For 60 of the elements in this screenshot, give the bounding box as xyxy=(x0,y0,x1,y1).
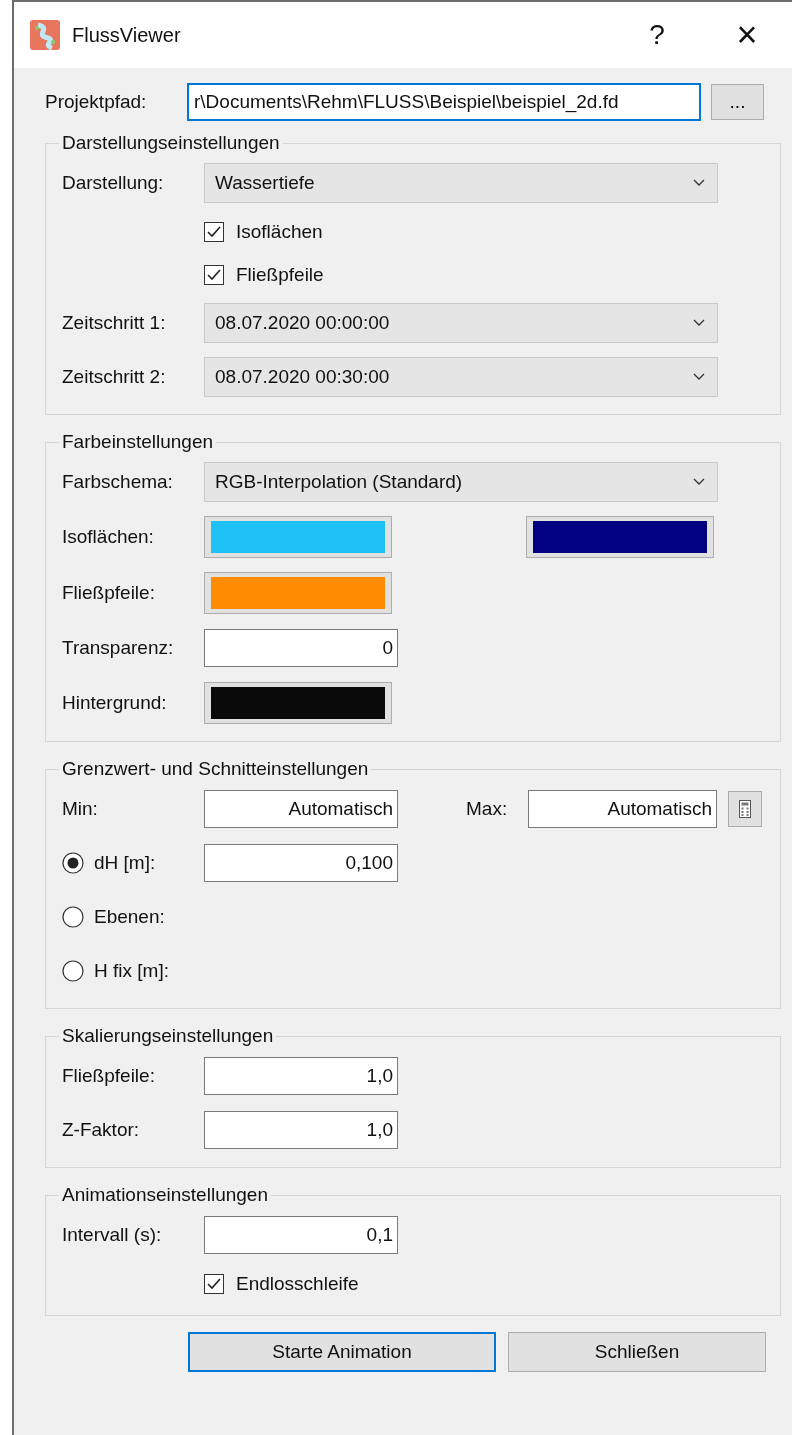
number-field[interactable]: 1,0 xyxy=(204,1057,398,1095)
field-label: Darstellung: xyxy=(62,172,165,194)
radio-button[interactable]: Ebenen: xyxy=(62,906,204,928)
color-button[interactable] xyxy=(526,516,714,558)
field-label: Transparenz: xyxy=(62,637,175,659)
number-field[interactable]: 0,1 xyxy=(204,1216,398,1254)
calculator-button[interactable] xyxy=(728,791,762,827)
field-label: Min: xyxy=(62,798,99,820)
dropdown[interactable]: 08.07.2020 00:30:00 xyxy=(204,357,718,397)
checkbox-icon xyxy=(204,264,224,285)
checkbox-icon xyxy=(204,1273,224,1294)
chevron-icon xyxy=(693,478,705,486)
radio-icon xyxy=(62,906,84,928)
field-label: Farbschema: xyxy=(62,471,174,493)
dropdown[interactable]: 08.07.2020 00:00:00 xyxy=(204,303,718,343)
group-title: Skalierungseinstellungen xyxy=(61,1025,275,1047)
field-label: Zeitschritt 1: xyxy=(62,312,167,334)
group-title: Darstellungseinstellungen xyxy=(61,132,281,154)
radio-button[interactable]: dH [m]: xyxy=(62,852,204,874)
group-title: Grenzwert- und Schnitteinstellungen xyxy=(61,758,370,780)
calculator-icon xyxy=(739,800,751,818)
number-field[interactable]: 0,100 xyxy=(204,844,398,882)
field-label: Projektpfad: xyxy=(45,91,148,113)
river-icon xyxy=(30,20,60,50)
dropdown[interactable]: Wassertiefe xyxy=(204,163,718,203)
group-title: Animationseinstellungen xyxy=(61,1184,269,1206)
field-label: Max: xyxy=(465,798,509,820)
checkbox-icon xyxy=(204,221,224,242)
help-button[interactable]: ? xyxy=(612,5,702,65)
window-title: FlussViewer xyxy=(72,23,182,47)
path-field[interactable]: r\Documents\Rehm\FLUSS\Beispiel\beispiel_2d.fd xyxy=(187,83,701,121)
field-label: Fließpfeile: xyxy=(62,1065,156,1087)
group-title: Farbeinstellungen xyxy=(61,431,215,453)
radio-icon xyxy=(62,852,84,874)
field-label: Zeitschritt 2: xyxy=(62,366,167,388)
browse-button[interactable]: ... xyxy=(711,84,764,120)
chevron-icon xyxy=(693,319,705,327)
checkbox[interactable]: Fließpfeile xyxy=(204,263,324,286)
radio-icon xyxy=(62,960,84,982)
field-label: Hintergrund: xyxy=(62,692,168,714)
chevron-icon xyxy=(693,373,705,381)
number-field[interactable]: 0 xyxy=(204,629,398,667)
color-button[interactable] xyxy=(204,682,392,724)
number-field[interactable]: 1,0 xyxy=(204,1111,398,1149)
chevron-icon xyxy=(693,179,705,187)
color-button[interactable] xyxy=(204,572,392,614)
field-label: Fließpfeile: xyxy=(62,582,156,604)
max-field[interactable]: Automatisch xyxy=(528,790,717,828)
color-button[interactable] xyxy=(204,516,392,558)
close-button[interactable]: × xyxy=(702,5,792,65)
dropdown[interactable]: RGB-Interpolation (Standard) xyxy=(204,462,718,502)
dialog-button[interactable]: Starte Animation xyxy=(188,1332,496,1372)
checkbox[interactable]: Isoflächen xyxy=(204,220,323,243)
field-label: Intervall (s): xyxy=(62,1224,163,1246)
field-label: Isoflächen: xyxy=(62,526,155,548)
dialog-button[interactable]: Schließen xyxy=(508,1332,766,1372)
min-field[interactable]: Automatisch xyxy=(204,790,398,828)
field-label: Z-Faktor: xyxy=(62,1119,141,1141)
checkbox[interactable]: Endlosschleife xyxy=(204,1272,359,1295)
radio-button[interactable]: H fix [m]: xyxy=(62,960,204,982)
